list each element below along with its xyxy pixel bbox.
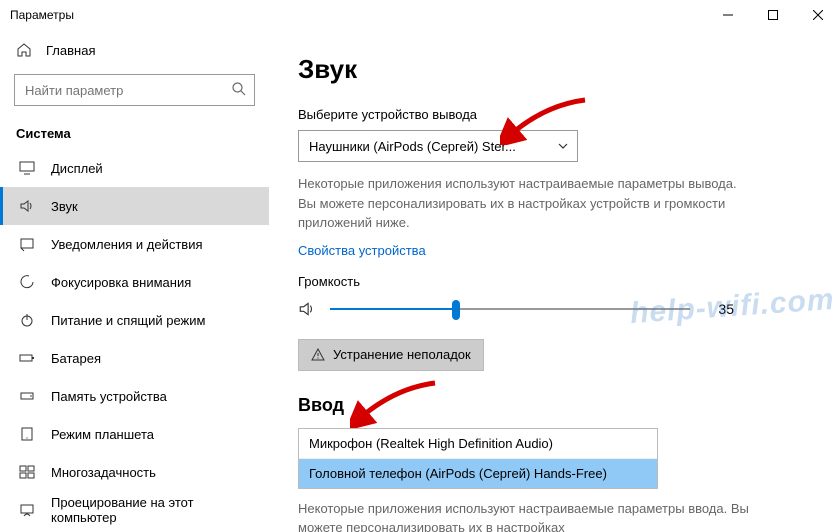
output-device-value: Наушники (AirPods (Сергей) Ster... [309,139,516,154]
page-title: Звук [298,54,812,85]
sidebar-item-label: Многозадачность [51,465,156,480]
sidebar-item-storage[interactable]: Память устройства [0,377,269,415]
sidebar-item-battery[interactable]: Батарея [0,339,269,377]
search-box[interactable] [14,74,255,106]
device-properties-link[interactable]: Свойства устройства [298,243,426,258]
output-description: Некоторые приложения используют настраив… [298,174,758,233]
volume-label: Громкость [298,274,812,289]
sidebar-item-label: Режим планшета [51,427,154,442]
sidebar-item-multitask[interactable]: Многозадачность [0,453,269,491]
sidebar-item-display[interactable]: Дисплей [0,149,269,187]
sidebar-section-title: Система [0,116,269,149]
titlebar: Параметры [0,0,840,30]
troubleshoot-label: Устранение неполадок [333,347,471,362]
notifications-icon [19,236,35,252]
home-label: Главная [46,43,95,58]
output-device-label: Выберите устройство вывода [298,107,812,122]
home-link[interactable]: Главная [0,34,269,66]
home-icon [16,42,32,58]
sidebar-item-label: Память устройства [51,389,167,404]
display-icon [19,160,35,176]
sidebar-item-notifications[interactable]: Уведомления и действия [0,225,269,263]
sidebar-item-label: Уведомления и действия [51,237,203,252]
sidebar-item-projecting[interactable]: Проецирование на этот компьютер [0,491,269,529]
window-controls [705,0,840,30]
warning-icon [311,348,325,362]
input-description: Некоторые приложения используют настраив… [298,499,758,532]
troubleshoot-button[interactable]: Устранение неполадок [298,339,484,371]
close-button[interactable] [795,0,840,30]
input-heading: Ввод [298,395,812,416]
sidebar-item-tablet[interactable]: Режим планшета [0,415,269,453]
projecting-icon [19,502,35,518]
volume-value: 35 [704,301,734,317]
maximize-button[interactable] [750,0,795,30]
search-input[interactable] [14,74,255,106]
input-device-listbox[interactable]: Микрофон (Realtek High Definition Audio)… [298,428,658,489]
multitask-icon [19,464,35,480]
main-content: Звук Выберите устройство вывода Наушники… [270,30,840,532]
sidebar-item-label: Батарея [51,351,101,366]
input-option[interactable]: Головной телефон (AirPods (Сергей) Hands… [299,459,657,488]
sidebar-item-sound[interactable]: Звук [0,187,269,225]
chevron-down-icon [557,140,569,152]
input-option[interactable]: Микрофон (Realtek High Definition Audio) [299,429,657,459]
battery-icon [19,350,35,366]
sidebar-item-label: Проецирование на этот компьютер [51,495,253,525]
power-icon [19,312,35,328]
sidebar-item-label: Дисплей [51,161,103,176]
sidebar-item-power[interactable]: Питание и спящий режим [0,301,269,339]
sound-icon [19,198,35,214]
speaker-icon[interactable] [298,300,316,318]
output-device-dropdown[interactable]: Наушники (AirPods (Сергей) Ster... [298,130,578,162]
sidebar-nav: Дисплей Звук Уведомления и действия Фоку… [0,149,269,532]
sidebar: Главная Система Дисплей Звук Уведомления… [0,30,270,532]
sidebar-item-focus[interactable]: Фокусировка внимания [0,263,269,301]
tablet-icon [19,426,35,442]
sidebar-item-label: Фокусировка внимания [51,275,191,290]
slider-thumb[interactable] [452,300,460,320]
volume-slider[interactable] [330,297,690,321]
window-title: Параметры [10,8,74,22]
sidebar-item-label: Звук [51,199,78,214]
storage-icon [19,388,35,404]
slider-fill [330,308,456,310]
search-icon [231,81,247,97]
focus-icon [19,274,35,290]
sidebar-item-label: Питание и спящий режим [51,313,205,328]
minimize-button[interactable] [705,0,750,30]
